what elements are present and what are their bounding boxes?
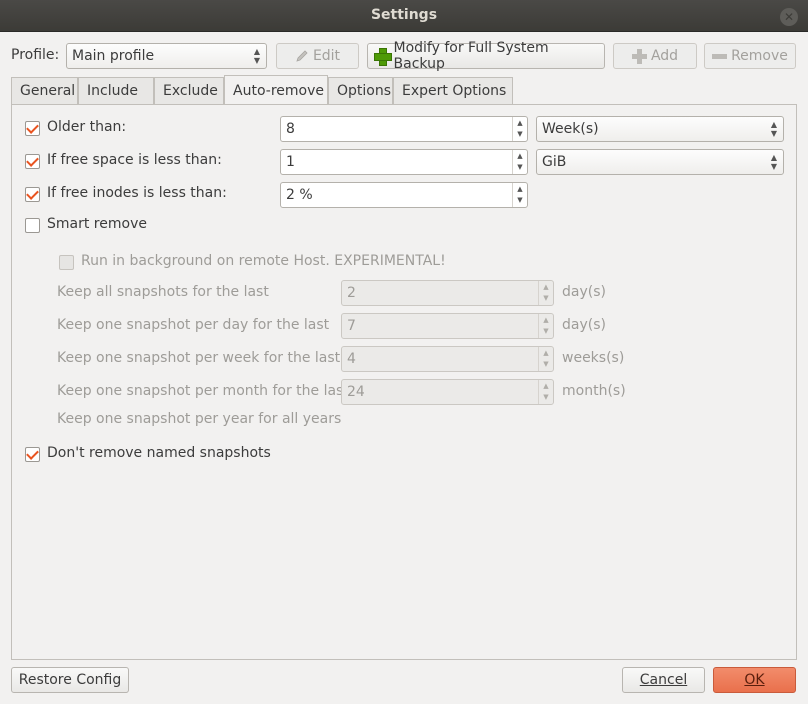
close-icon[interactable]: ✕	[780, 8, 798, 26]
free-inodes-checkbox[interactable]	[25, 187, 40, 202]
pencil-icon	[295, 49, 309, 63]
dont-remove-named-checkbox[interactable]	[25, 447, 40, 462]
free-space-unit-value: GiB	[542, 154, 567, 170]
keep-month-spinbox[interactable]: 24 ▲ ▼	[341, 379, 554, 405]
profile-label: Profile:	[11, 47, 60, 63]
run-background-checkbox[interactable]	[59, 255, 74, 270]
run-background-label: Run in background on remote Host. EXPERI…	[81, 253, 446, 269]
cancel-button[interactable]: Cancel	[622, 667, 705, 693]
free-inodes-label: If free inodes is less than:	[47, 185, 227, 201]
keep-day-value: 7	[347, 318, 356, 334]
older-than-label: Older than:	[47, 119, 127, 135]
older-than-unit-value: Week(s)	[542, 121, 599, 137]
add-green-icon	[374, 48, 392, 66]
tab-options[interactable]: Options	[328, 77, 393, 104]
keep-week-unit: weeks(s)	[562, 350, 625, 366]
modify-full-backup-label: Modify for Full System Backup	[393, 40, 549, 72]
combo-arrows-icon: ▲ ▼	[253, 47, 260, 65]
title-bar: Settings ✕	[0, 0, 808, 32]
free-inodes-spinbox[interactable]: 2 % ▲ ▼	[280, 182, 528, 208]
remove-icon	[712, 53, 728, 59]
restore-config-label: Restore Config	[18, 672, 122, 688]
spin-arrows-icon[interactable]: ▲ ▼	[538, 314, 553, 338]
cancel-label: Cancel	[639, 672, 688, 688]
free-space-value: 1	[286, 154, 295, 170]
remove-profile-button[interactable]: Remove	[704, 43, 796, 69]
smart-remove-checkbox[interactable]	[25, 218, 40, 233]
keep-month-unit: month(s)	[562, 383, 626, 399]
edit-profile-button[interactable]: Edit	[276, 43, 359, 69]
free-space-unit-select[interactable]: GiB ▲ ▼	[536, 149, 784, 175]
add-icon	[631, 48, 647, 64]
older-than-value: 8	[286, 121, 295, 137]
dont-remove-named-label: Don't remove named snapshots	[47, 445, 271, 461]
older-than-checkbox[interactable]	[25, 121, 40, 136]
tab-expert-options[interactable]: Expert Options	[393, 77, 513, 104]
edit-profile-label: Edit	[312, 48, 341, 64]
free-space-label: If free space is less than:	[47, 152, 222, 168]
keep-month-value: 24	[347, 384, 365, 400]
keep-year-label: Keep one snapshot per year for all years	[57, 411, 342, 427]
modify-full-backup-button[interactable]: Modify for Full System Backup	[367, 40, 605, 72]
keep-all-spinbox[interactable]: 2 ▲ ▼	[341, 280, 554, 306]
ok-label: OK	[744, 672, 765, 688]
keep-all-label: Keep all snapshots for the last	[57, 284, 269, 300]
spin-arrows-icon[interactable]: ▲ ▼	[538, 380, 553, 404]
free-inodes-value: 2 %	[286, 187, 313, 203]
keep-week-label: Keep one snapshot per week for the last	[57, 350, 341, 366]
ok-button[interactable]: OK	[713, 667, 796, 693]
combo-arrows-icon: ▲ ▼	[770, 153, 777, 171]
tab-auto-remove[interactable]: Auto-remove	[224, 75, 328, 104]
keep-day-spinbox[interactable]: 7 ▲ ▼	[341, 313, 554, 339]
add-profile-button[interactable]: Add	[613, 43, 697, 69]
combo-arrows-icon: ▲ ▼	[770, 120, 777, 138]
profile-select[interactable]: Main profile ▲ ▼	[66, 43, 267, 69]
spin-arrows-icon[interactable]: ▲ ▼	[538, 347, 553, 371]
keep-all-unit: day(s)	[562, 284, 606, 300]
spin-arrows-icon[interactable]: ▲ ▼	[512, 150, 527, 174]
keep-week-spinbox[interactable]: 4 ▲ ▼	[341, 346, 554, 372]
keep-all-value: 2	[347, 285, 356, 301]
spin-arrows-icon[interactable]: ▲ ▼	[538, 281, 553, 305]
spin-arrows-icon[interactable]: ▲ ▼	[512, 117, 527, 141]
window-title: Settings	[370, 7, 438, 23]
add-profile-label: Add	[650, 48, 679, 64]
tab-include[interactable]: Include	[78, 77, 154, 104]
older-than-spinbox[interactable]: 8 ▲ ▼	[280, 116, 528, 142]
restore-config-button[interactable]: Restore Config	[11, 667, 129, 693]
tab-general[interactable]: General	[11, 77, 78, 104]
spin-arrows-icon[interactable]: ▲ ▼	[512, 183, 527, 207]
keep-day-label: Keep one snapshot per day for the last	[57, 317, 330, 333]
remove-profile-label: Remove	[731, 48, 788, 64]
tab-exclude[interactable]: Exclude	[154, 77, 224, 104]
profile-select-value: Main profile	[72, 48, 155, 64]
smart-remove-label: Smart remove	[47, 216, 147, 232]
free-space-spinbox[interactable]: 1 ▲ ▼	[280, 149, 528, 175]
keep-week-value: 4	[347, 351, 356, 367]
older-than-unit-select[interactable]: Week(s) ▲ ▼	[536, 116, 784, 142]
keep-month-label: Keep one snapshot per month for the last	[57, 383, 349, 399]
keep-day-unit: day(s)	[562, 317, 606, 333]
free-space-checkbox[interactable]	[25, 154, 40, 169]
